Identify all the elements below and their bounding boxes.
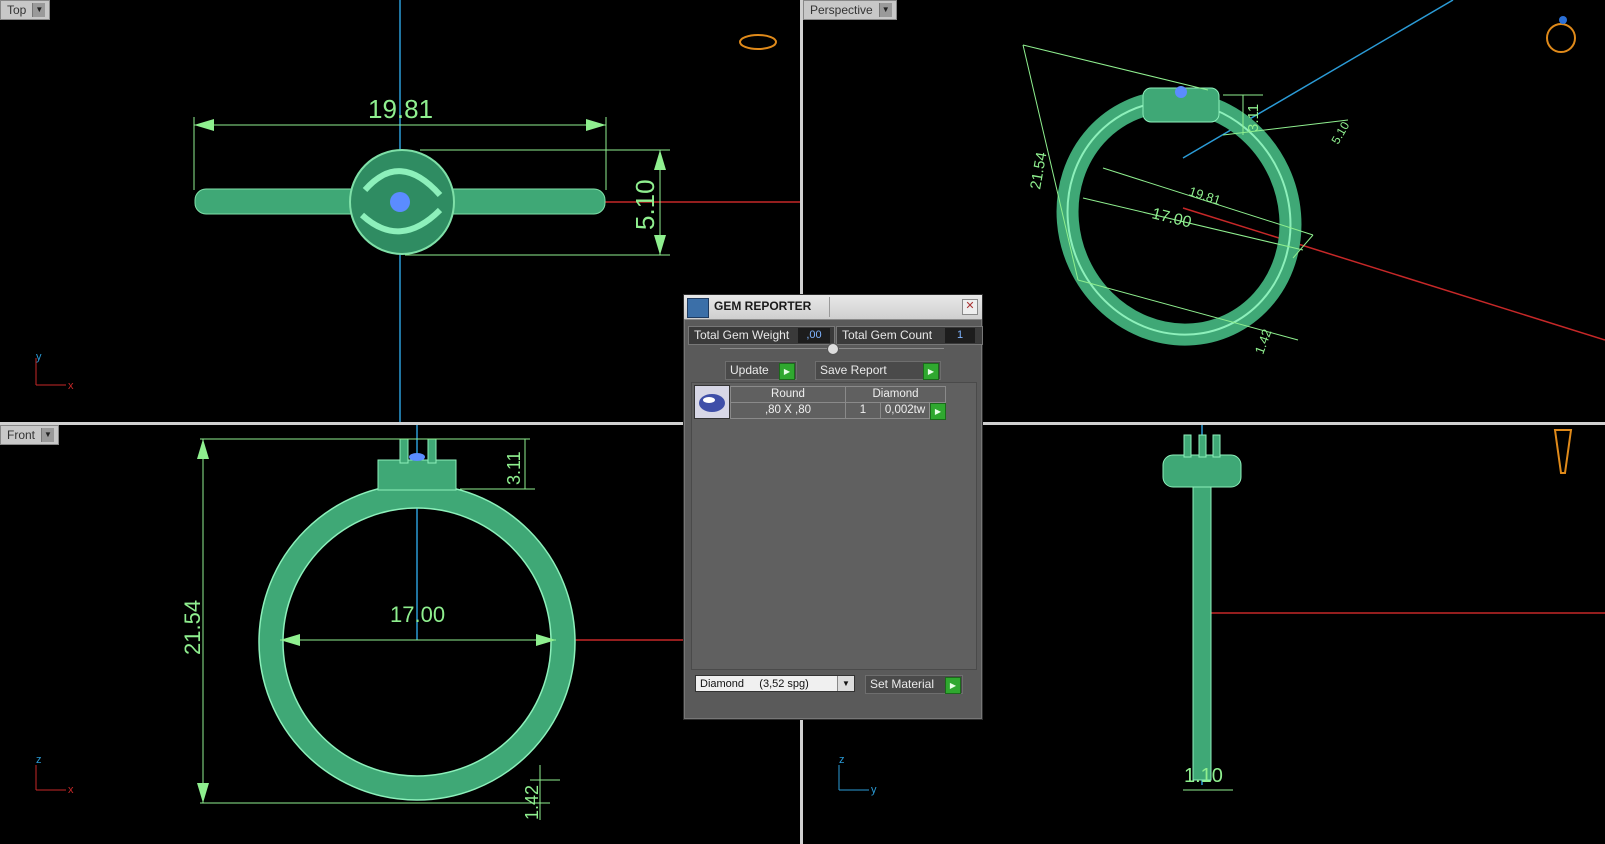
axis-label-x: x — [68, 380, 74, 392]
dim-front-outer: 21.54 — [180, 600, 205, 655]
total-gem-weight-label: Total Gem Weight — [694, 328, 790, 342]
dim-top-width: 19.81 — [368, 94, 433, 124]
chevron-down-icon[interactable]: ▼ — [32, 3, 46, 17]
dialog-title: GEM REPORTER — [714, 299, 812, 313]
play-arrow-icon: ▶ — [779, 363, 795, 380]
viewport-label-top-text: Top — [7, 3, 27, 17]
gem-weight: 0,002tw — [880, 402, 930, 419]
play-arrow-icon[interactable]: ▶ — [930, 403, 946, 420]
splitter-handle[interactable] — [827, 343, 839, 355]
viewport-label-front-text: Front — [7, 428, 36, 442]
dim-persp-width: 19.81 — [1187, 184, 1223, 208]
play-arrow-icon: ▶ — [945, 677, 961, 694]
chevron-down-icon[interactable]: ▼ — [837, 676, 854, 691]
dim-front-band: 1.42 — [522, 785, 542, 820]
total-gem-count: Total Gem Count 1 — [836, 326, 983, 345]
set-material-label: Set Material — [870, 677, 935, 691]
gem-reporter-dialog: GEM REPORTER ✕ Total Gem Weight ,00 Tota… — [683, 294, 983, 720]
save-report-label: Save Report — [820, 363, 887, 377]
dim-right-band: 1.10 — [1184, 765, 1223, 787]
total-gem-weight: Total Gem Weight ,00 — [688, 326, 835, 345]
save-report-button[interactable]: Save Report ▶ — [815, 361, 941, 380]
gem-thumbnail-icon[interactable] — [694, 385, 730, 419]
top-view-canvas: 19.81 5.10 y x — [35, 0, 800, 422]
gem-shape-header: Round — [730, 386, 846, 403]
close-icon[interactable]: ✕ — [962, 299, 978, 315]
front-view-canvas: 21.54 3.11 17.00 1.42 z x — [35, 425, 800, 820]
update-label: Update — [730, 363, 769, 377]
dim-front-top: 3.11 — [504, 451, 524, 485]
axis-label-x: x — [68, 784, 74, 796]
dim-persp-setting: 5.10 — [1328, 119, 1352, 147]
gem-list[interactable]: Round Diamond ,80 X ,80 1 0,002tw ▶ — [691, 382, 977, 670]
dialog-title-bar[interactable]: GEM REPORTER ✕ — [684, 295, 982, 320]
viewport-label-perspective-text: Perspective — [810, 3, 873, 17]
material-select[interactable]: Diamond (3,52 spg) ▼ — [695, 675, 855, 692]
chevron-down-icon[interactable]: ▼ — [41, 428, 55, 442]
material-select-value: Diamond (3,52 spg) — [700, 678, 809, 690]
gem-size: ,80 X ,80 — [730, 402, 846, 419]
dim-persp-top: 3.11 — [1245, 104, 1262, 132]
dim-persp-band: 1.42 — [1252, 327, 1275, 356]
gem-material-header: Diamond — [845, 386, 946, 403]
update-button[interactable]: Update ▶ — [725, 361, 797, 380]
axis-label-z: z — [839, 754, 845, 766]
title-divider — [829, 297, 830, 317]
chevron-down-icon[interactable]: ▼ — [878, 3, 892, 17]
set-material-button[interactable]: Set Material ▶ — [865, 675, 963, 694]
viewport-label-perspective[interactable]: Perspective ▼ — [803, 0, 897, 20]
viewport-label-top[interactable]: Top ▼ — [0, 0, 51, 20]
play-arrow-icon: ▶ — [923, 363, 939, 380]
axis-label-y: y — [36, 351, 42, 363]
total-gem-weight-value: ,00 — [798, 328, 830, 343]
dim-front-inner: 17.00 — [390, 602, 445, 627]
dim-persp-outer: 21.54 — [1027, 151, 1050, 191]
total-gem-count-label: Total Gem Count — [842, 328, 933, 342]
axis-label-z: z — [36, 754, 42, 766]
viewport-top[interactable]: 19.81 5.10 y x Top ▼ — [0, 0, 800, 422]
viewport-front[interactable]: 21.54 3.11 17.00 1.42 z x Front ▼ — [0, 425, 800, 844]
axis-label-y: y — [871, 784, 877, 796]
gem-reporter-icon — [687, 298, 709, 318]
gem-count: 1 — [845, 402, 881, 419]
dim-top-height: 5.10 — [630, 179, 660, 230]
viewport-label-front[interactable]: Front ▼ — [0, 425, 60, 445]
total-gem-count-value: 1 — [945, 328, 975, 343]
